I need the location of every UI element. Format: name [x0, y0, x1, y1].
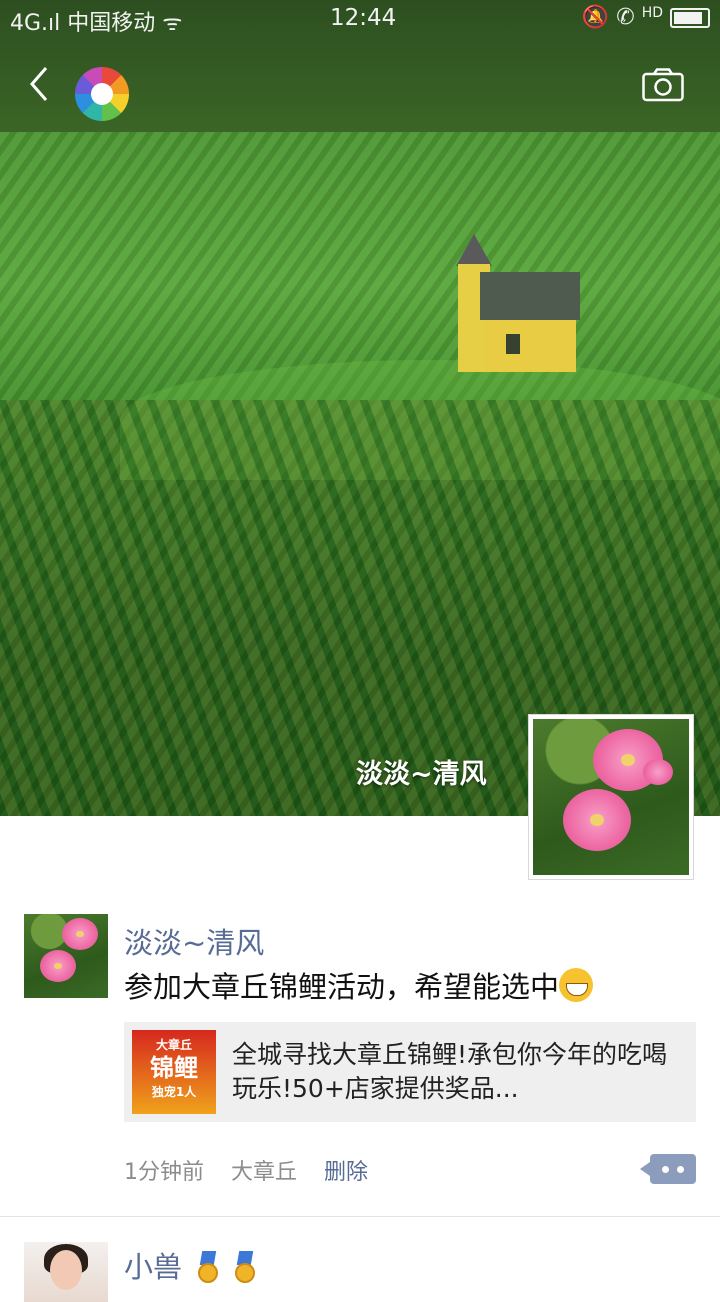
profile-avatar[interactable] [528, 714, 694, 880]
medal-icon [234, 1251, 256, 1283]
post-meta: 1分钟前 大章丘 删除 [124, 1154, 388, 1186]
divider [0, 1216, 720, 1217]
thumb-top-text: 大章丘 [155, 1038, 192, 1052]
aperture-icon[interactable] [75, 67, 129, 121]
post2-author: 小兽 [124, 1250, 183, 1284]
link-title: 全城寻找大章丘锦鲤!承包你今年的吃喝玩乐!50+店家提供奖品... [232, 1040, 668, 1103]
camera-icon[interactable] [642, 68, 684, 102]
shared-link-card[interactable]: 大章丘 锦鲤 独宠1人 全城寻找大章丘锦鲤!承包你今年的吃喝玩乐!50+店家提供… [124, 1022, 696, 1122]
more-comment-icon[interactable] [640, 1154, 696, 1184]
hd-label: HD [641, 5, 663, 21]
call-icon: ✆ [616, 5, 635, 30]
post-text: 参加大章丘锦鲤活动，希望能选中 [124, 964, 594, 1006]
mute-icon: 🔕 [581, 5, 610, 30]
profile-name: 淡淡~清风 [356, 759, 487, 790]
back-icon[interactable] [26, 64, 52, 104]
post-author[interactable]: 淡淡~清风 [124, 920, 264, 962]
battery-icon [670, 8, 710, 28]
avatar[interactable] [24, 1242, 108, 1302]
link-thumbnail: 大章丘 锦鲤 独宠1人 [132, 1030, 216, 1114]
status-bar: 4G.ıl 中国移动 ᯤ 12:44 🔕 ✆ HD [0, 0, 720, 38]
status-icons: 🔕 ✆ HD [582, 5, 710, 30]
top-bar: 4G.ıl 中国移动 ᯤ 12:44 🔕 ✆ HD [0, 0, 720, 132]
thumb-main-text: 锦鲤 [150, 1054, 198, 1082]
thumb-bottom-text: 独宠1人 [151, 1085, 197, 1099]
carrier-label: 4G.ıl 中国移动 ᯤ [10, 11, 183, 36]
post-location[interactable]: 大章丘 [231, 1160, 297, 1185]
medal-icon [197, 1251, 219, 1283]
delete-button[interactable]: 删除 [324, 1160, 368, 1185]
clock: 12:44 [330, 5, 397, 31]
post-time: 1分钟前 [124, 1160, 204, 1185]
avatar[interactable] [24, 914, 108, 998]
post-text-content: 参加大章丘锦鲤活动，希望能选中 [124, 970, 560, 1004]
grinning-emoji-icon [559, 968, 594, 1002]
chapel [456, 234, 580, 374]
